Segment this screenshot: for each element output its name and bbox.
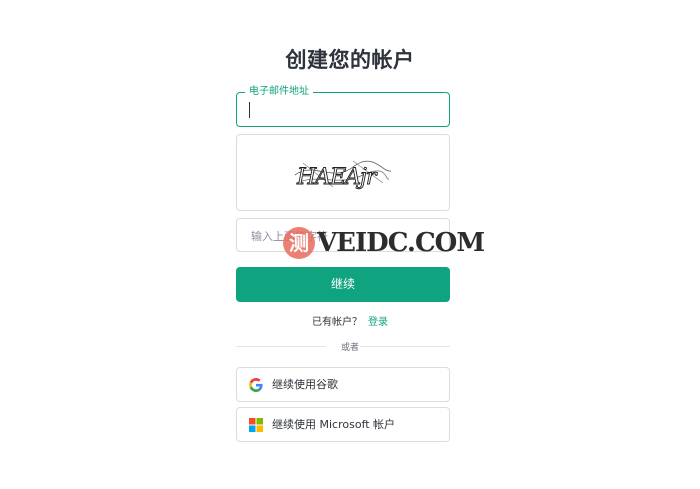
watermark: 测 VEIDC.COM: [283, 227, 485, 261]
google-login-button[interactable]: 继续使用谷歌: [236, 367, 450, 402]
captcha-image: HAEAjr: [294, 160, 392, 190]
captcha-text: HAEAjr: [296, 165, 378, 190]
have-account-row: 已有帐户？ 登录: [0, 313, 700, 328]
divider-line-right: [360, 346, 450, 347]
google-login-label: 继续使用谷歌: [272, 378, 338, 391]
have-account-text: 已有帐户？: [312, 317, 362, 328]
watermark-badge: 测: [283, 227, 315, 259]
google-icon: [249, 378, 263, 392]
page-title: 创建您的帐户: [285, 48, 415, 72]
login-link[interactable]: 登录: [368, 317, 388, 328]
watermark-text: VEIDC.COM: [317, 228, 485, 258]
microsoft-icon: [249, 418, 263, 432]
continue-button[interactable]: 继续: [236, 267, 450, 302]
text-caret: [249, 102, 250, 118]
email-field[interactable]: 电子邮件地址: [236, 85, 450, 127]
microsoft-login-label: 继续使用 Microsoft 帐户: [272, 418, 396, 431]
email-label: 电子邮件地址: [245, 85, 313, 99]
microsoft-login-button[interactable]: 继续使用 Microsoft 帐户: [236, 407, 450, 442]
captcha-image-box: HAEAjr: [236, 134, 450, 211]
divider-text: 或者: [340, 343, 359, 353]
